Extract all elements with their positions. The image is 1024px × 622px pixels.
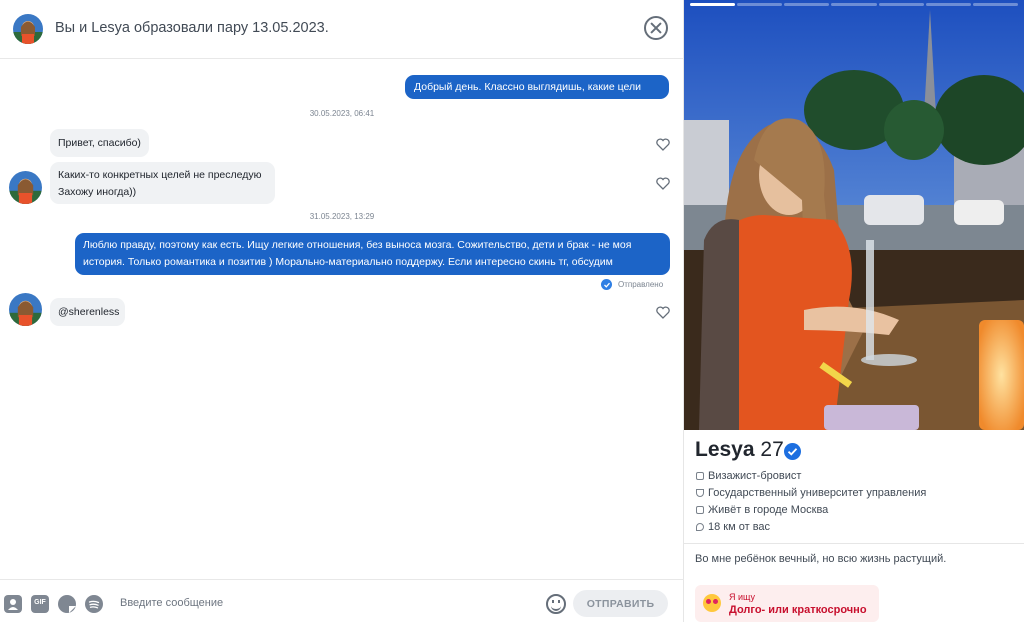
photo-indicator[interactable] (690, 3, 736, 6)
message-line: Каких-то конкретных целей не преследую (58, 169, 262, 181)
graduation-cap-icon (696, 489, 704, 497)
message-composer: GIF ОТПРАВИТЬ (0, 579, 684, 622)
heart-icon[interactable] (656, 177, 670, 190)
profile-name: Lesya 27 (695, 438, 784, 462)
city-text: Живёт в городе Москва (708, 504, 829, 516)
profile-city: Живёт в городе Москва (696, 504, 828, 516)
distance-text: 18 км от вас (708, 521, 771, 533)
message-outgoing[interactable]: Добрый день. Классно выглядишь, какие це… (405, 75, 669, 110)
photo-indicator[interactable] (878, 3, 924, 6)
photo-indicator[interactable] (784, 3, 830, 6)
gif-icon[interactable]: GIF (31, 595, 49, 613)
message-text: Добрый день. Классно выглядишь, какие це… (414, 81, 641, 110)
gif-label: GIF (34, 599, 46, 606)
sticker-icon[interactable] (58, 595, 76, 613)
close-icon[interactable] (644, 16, 668, 40)
emoji-icon[interactable] (546, 594, 566, 614)
photo-indicator[interactable] (831, 3, 877, 6)
photo-progress (690, 3, 1018, 6)
chat-header: Вы и Lesya образовали пару 13.05.2023. (0, 0, 684, 59)
school-text: Государственный университет управления (708, 487, 927, 499)
sender-avatar[interactable] (9, 293, 42, 326)
profile-distance: 18 км от вас (696, 521, 770, 533)
message-input[interactable] (120, 592, 530, 614)
message-text: @sherenless (58, 306, 120, 318)
photo-indicator[interactable] (972, 3, 1018, 6)
message-line: история. Только романтика и позитив ) Мо… (83, 256, 613, 268)
message-incoming[interactable]: Каких-то конкретных целей не преследую З… (50, 162, 275, 204)
timestamp: 30.05.2023, 06:41 (309, 109, 375, 118)
sent-check-icon (601, 279, 612, 290)
match-avatar[interactable] (13, 14, 43, 44)
status-text: Отправлено (618, 280, 664, 289)
verified-badge-icon (784, 443, 801, 460)
message-incoming[interactable]: @sherenless (50, 298, 125, 326)
profile-panel: Lesya 27 Визажист-бровист Государственны… (684, 0, 1024, 622)
message-incoming[interactable]: Привет, спасибо) (50, 129, 149, 157)
profile-school: Государственный университет управления (696, 487, 926, 499)
location-pin-icon (696, 523, 704, 531)
looking-for-value: Долго- или краткосрочно (729, 604, 867, 616)
briefcase-icon (696, 472, 704, 480)
profile-age: 27 (760, 438, 784, 461)
heart-eyes-emoji-icon (703, 594, 721, 612)
profile-name-text: Lesya (695, 438, 755, 461)
profile-photo[interactable] (684, 0, 1024, 430)
message-text: Привет, спасибо) (58, 137, 141, 149)
heart-icon[interactable] (656, 306, 670, 319)
divider (684, 543, 1024, 544)
photo-indicator[interactable] (737, 3, 783, 6)
sender-avatar[interactable] (9, 171, 42, 204)
contact-card-icon[interactable] (4, 595, 22, 613)
home-icon (696, 506, 704, 514)
match-title: Вы и Lesya образовали пару 13.05.2023. (55, 20, 329, 36)
profile-job: Визажист-бровист (696, 470, 801, 482)
timestamp: 31.05.2023, 13:29 (309, 212, 375, 221)
message-line: Люблю правду, поэтому как есть. Ищу легк… (83, 239, 632, 251)
send-button[interactable]: ОТПРАВИТЬ (573, 590, 668, 617)
message-outgoing[interactable]: Люблю правду, поэтому как есть. Ищу легк… (75, 233, 670, 275)
looking-for-card: Я ищу Долго- или краткосрочно (695, 585, 879, 622)
photo-indicator[interactable] (925, 3, 971, 6)
looking-for-label: Я ищу (729, 592, 756, 602)
profile-bio: Во мне ребёнок вечный, но всю жизнь раст… (695, 553, 947, 565)
heart-icon[interactable] (656, 138, 670, 151)
message-line: Захожу иногда)) (58, 186, 137, 198)
spotify-icon[interactable] (85, 595, 103, 613)
job-text: Визажист-бровист (708, 470, 802, 482)
delivery-status: Отправлено (601, 279, 663, 290)
chat-panel: Вы и Lesya образовали пару 13.05.2023. Д… (0, 0, 684, 622)
app-window: Вы и Lesya образовали пару 13.05.2023. Д… (0, 0, 1024, 622)
